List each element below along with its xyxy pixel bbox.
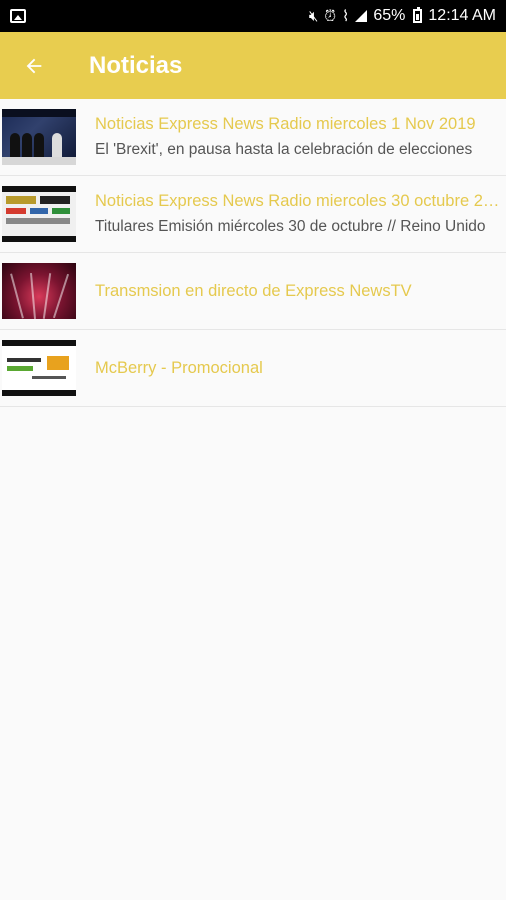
- list-item-title: Noticias Express News Radio miercoles 30…: [95, 192, 502, 210]
- alarm-icon: ⏰︎: [324, 7, 337, 25]
- gallery-icon: [10, 9, 26, 23]
- arrow-left-icon: [26, 58, 42, 73]
- list-item-text: McBerry - Promocional: [95, 357, 506, 379]
- list-item-subtitle: El 'Brexit', en pausa hasta la celebraci…: [95, 141, 473, 158]
- list-item[interactable]: McBerry - Promocional: [0, 330, 506, 407]
- battery-icon: [413, 7, 423, 23]
- list-item-text: Noticias Express News Radio miercoles 30…: [95, 190, 506, 238]
- signal-icon: [355, 10, 368, 22]
- back-button[interactable]: [0, 32, 68, 99]
- thumbnail-image: [2, 263, 76, 319]
- list-item[interactable]: Noticias Express News Radio miercoles 30…: [0, 176, 506, 253]
- page-title: Noticias: [89, 51, 183, 79]
- app-bar: Noticias: [0, 32, 506, 99]
- wifi-icon: ⌇: [342, 7, 350, 25]
- status-time: 12:14 AM: [428, 7, 496, 24]
- list-item-subtitle: Titulares Emisión miércoles 30 de octubr…: [95, 218, 486, 235]
- status-bar: 🔇︎ ⏰︎ ⌇ 65% 12:14 AM: [0, 0, 506, 32]
- thumbnail-image: [2, 340, 76, 396]
- status-right: 🔇︎ ⏰︎ ⌇ 65% 12:14 AM: [309, 7, 496, 25]
- thumbnail-image: [2, 186, 76, 242]
- list-item[interactable]: Transmsion en directo de Express NewsTV: [0, 253, 506, 330]
- battery-percent: 65%: [373, 7, 406, 24]
- status-left: [10, 9, 26, 23]
- thumbnail-image: [2, 109, 76, 165]
- list-item-title: Transmsion en directo de Express NewsTV: [95, 282, 412, 300]
- list-item-title: Noticias Express News Radio miercoles 1 …: [95, 115, 476, 133]
- list-item-text: Transmsion en directo de Express NewsTV: [95, 280, 506, 302]
- mute-icon: 🔇︎: [308, 7, 319, 25]
- list-item-text: Noticias Express News Radio miercoles 1 …: [95, 113, 506, 161]
- list-item[interactable]: Noticias Express News Radio miercoles 1 …: [0, 99, 506, 176]
- list-item-title: McBerry - Promocional: [95, 359, 263, 377]
- news-list: Noticias Express News Radio miercoles 1 …: [0, 99, 506, 407]
